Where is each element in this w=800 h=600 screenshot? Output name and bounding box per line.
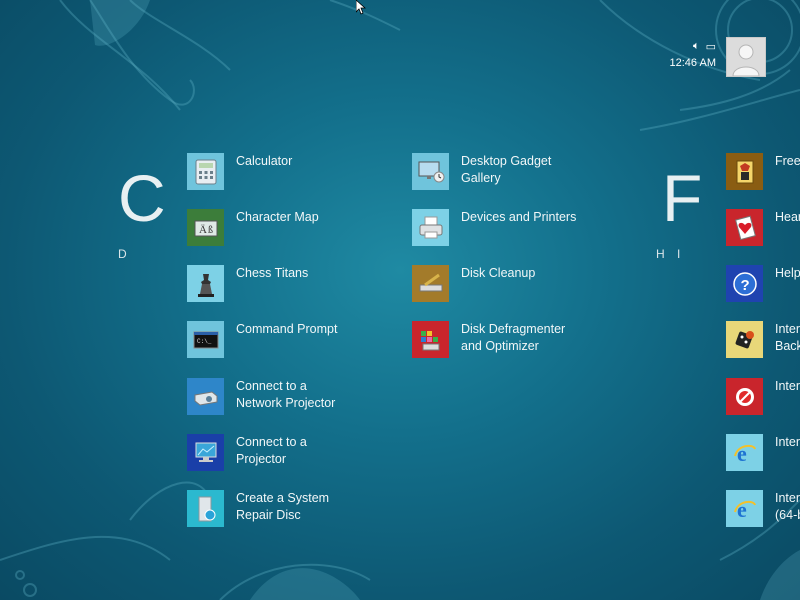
tile-label: Create a System Repair Disc — [236, 491, 330, 522]
tile-hearts[interactable]: Hear — [726, 209, 800, 246]
internet-explorer-icon: e — [726, 434, 763, 471]
tile-network-projector[interactable]: Connect to a Network Projector — [187, 378, 376, 415]
internet-backgammon-icon — [726, 321, 763, 358]
hearts-icon — [726, 209, 763, 246]
network-icon[interactable]: ▭ — [706, 40, 716, 53]
tile-label: Hear — [775, 210, 800, 224]
volume-icon[interactable]: 🔈︎ — [693, 40, 700, 53]
svg-text:C:\_: C:\_ — [197, 338, 212, 345]
tile-label: Character Map — [236, 210, 319, 224]
status-area: 🔈︎ ▭ 12:46 AM — [669, 40, 722, 74]
tile-label: Disk Cleanup — [461, 266, 536, 280]
tile-label: Devices and Printers — [461, 210, 577, 224]
tile-label: Desktop Gadget Gallery — [461, 154, 552, 185]
user-avatar-icon — [732, 44, 760, 76]
tile-repair-disc[interactable]: Create a System Repair Disc — [187, 490, 376, 527]
tile-calculator[interactable]: Calculator — [187, 153, 376, 190]
tile-label: Connect to a Network Projector — [236, 379, 336, 410]
nav-letter-i[interactable]: I — [677, 247, 680, 261]
internet-game-icon — [726, 378, 763, 415]
tile-devices-and-printers[interactable]: Devices and Printers — [412, 209, 601, 246]
svg-text:Ä: Ä — [199, 224, 207, 236]
tile-label: Free — [775, 154, 800, 168]
tile-label: Inter — [775, 379, 800, 393]
tile-help[interactable]: ? Help — [726, 265, 800, 302]
tile-label: Disk Defragmenter and Optimizer — [461, 322, 566, 353]
internet-explorer-64-icon: e — [726, 490, 763, 527]
tile-label: Chess Titans — [236, 266, 309, 280]
chess-icon — [187, 265, 224, 302]
gadget-gallery-icon — [412, 153, 449, 190]
group-header-c[interactable]: C — [118, 165, 166, 231]
svg-text:e: e — [737, 497, 747, 522]
network-projector-icon — [187, 378, 224, 415]
tile-chess-titans[interactable]: Chess Titans — [187, 265, 376, 302]
nav-letter-d[interactable]: D — [118, 247, 127, 261]
tile-command-prompt[interactable]: C:\_ Command Prompt — [187, 321, 376, 358]
projector-icon — [187, 434, 224, 471]
tile-label: Inter (64-b — [775, 491, 800, 522]
freecell-icon — [726, 153, 763, 190]
svg-text:e: e — [737, 441, 747, 466]
svg-text:ß: ß — [208, 225, 213, 236]
tile-projector[interactable]: Connect to a Projector — [187, 434, 376, 471]
system-tray-icons: 🔈︎ ▭ — [693, 40, 716, 53]
tile-label: Help — [775, 266, 800, 280]
background-swirls — [0, 0, 800, 600]
tile-label: Calculator — [236, 154, 293, 168]
nav-letter-h[interactable]: H — [656, 247, 665, 261]
character-map-icon: Äß — [187, 209, 224, 246]
tile-label: Inter — [775, 435, 800, 449]
tile-disk-cleanup[interactable]: Disk Cleanup — [412, 265, 601, 302]
group-header-f[interactable]: F — [662, 165, 702, 231]
tile-label: Inter Back — [775, 322, 800, 353]
defragmenter-icon — [412, 321, 449, 358]
tile-internet-explorer[interactable]: e Inter — [726, 434, 800, 471]
tile-character-map[interactable]: Äß Character Map — [187, 209, 376, 246]
disk-cleanup-icon — [412, 265, 449, 302]
user-avatar[interactable] — [726, 37, 766, 77]
tile-label: Connect to a Projector — [236, 435, 307, 466]
tile-disk-defragmenter[interactable]: Disk Defragmenter and Optimizer — [412, 321, 601, 358]
svg-text:?: ? — [740, 277, 749, 294]
tile-label: Command Prompt — [236, 322, 338, 336]
mouse-cursor — [356, 0, 366, 15]
tile-freecell[interactable]: Free — [726, 153, 800, 190]
calculator-icon — [187, 153, 224, 190]
command-prompt-icon: C:\_ — [187, 321, 224, 358]
printer-icon — [412, 209, 449, 246]
tile-internet-backgammon[interactable]: Inter Back — [726, 321, 800, 358]
repair-disc-icon — [187, 490, 224, 527]
tile-internet-explorer-64[interactable]: e Inter (64-b — [726, 490, 800, 527]
help-icon: ? — [726, 265, 763, 302]
tile-internet-game[interactable]: Inter — [726, 378, 800, 415]
clock: 12:46 AM — [669, 57, 716, 69]
tile-desktop-gadget-gallery[interactable]: Desktop Gadget Gallery — [412, 153, 601, 190]
